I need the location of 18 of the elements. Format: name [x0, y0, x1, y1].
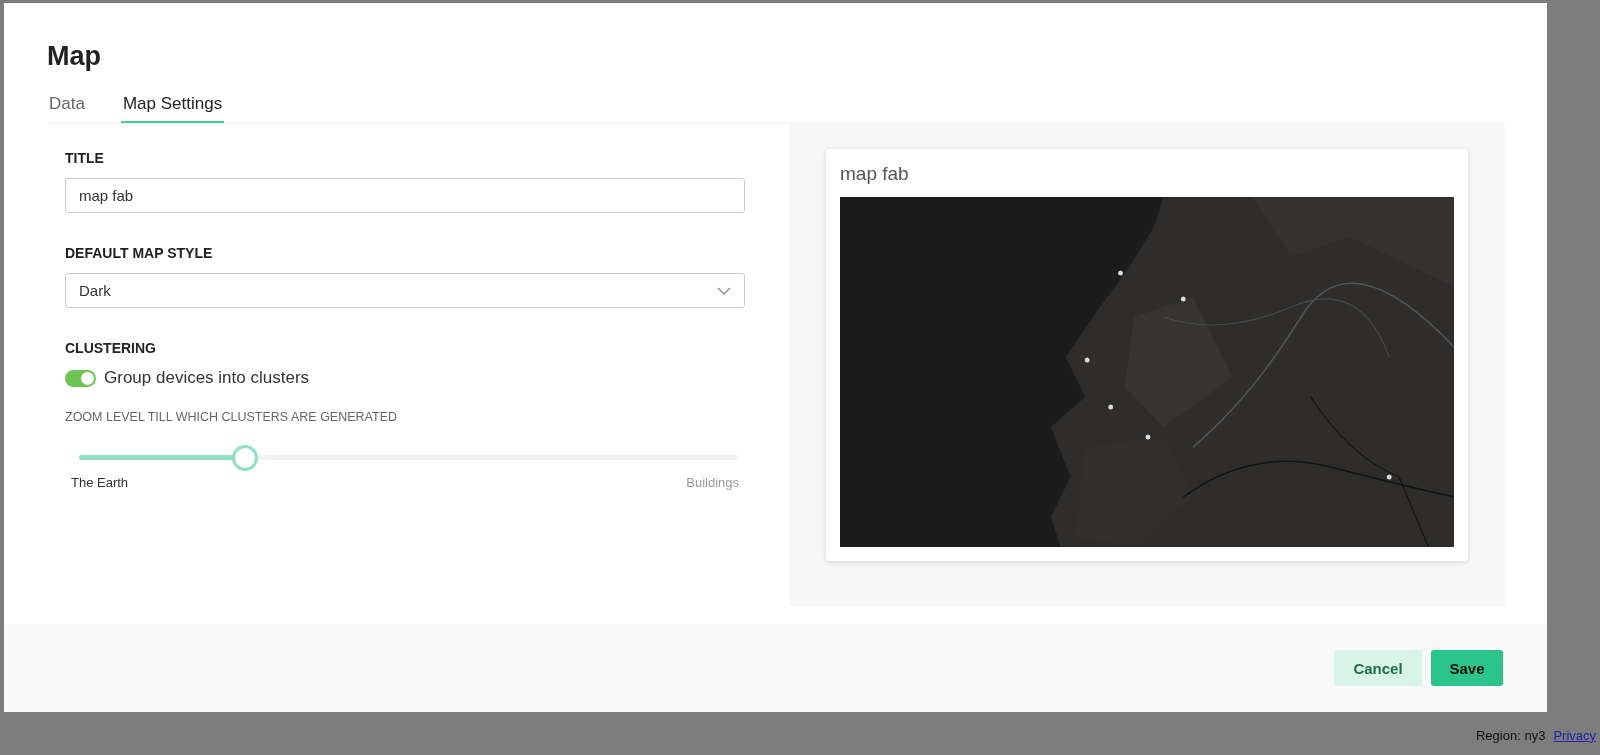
- toggle-switch[interactable]: [65, 369, 96, 387]
- chevron-icon: [717, 286, 731, 295]
- toggle-label: Group devices into clusters: [104, 368, 310, 388]
- title-input[interactable]: map fab: [65, 178, 745, 213]
- slider-label: ZOOM LEVEL TILL WHICH CLUSTERS ARE GENERATED: [65, 410, 398, 424]
- slider-min-label: The Earth: [71, 475, 129, 490]
- region-label: Region: ny3: [1476, 727, 1546, 743]
- tab[interactable]: Map Settings: [120, 94, 225, 123]
- style-dropdown[interactable]: Dark: [65, 273, 745, 308]
- field-label: TITLE: [65, 150, 105, 166]
- tab[interactable]: Data: [47, 94, 87, 123]
- field-label: DEFAULT MAP STYLE: [65, 245, 214, 261]
- slider-max-label: Buildings: [686, 475, 739, 490]
- cancel-button[interactable]: Cancel: [1334, 650, 1422, 686]
- preview-title: map fab: [840, 163, 910, 185]
- save-button[interactable]: Save: [1431, 650, 1503, 686]
- dialog-title: Map: [47, 41, 102, 72]
- field-label: CLUSTERING: [65, 340, 157, 356]
